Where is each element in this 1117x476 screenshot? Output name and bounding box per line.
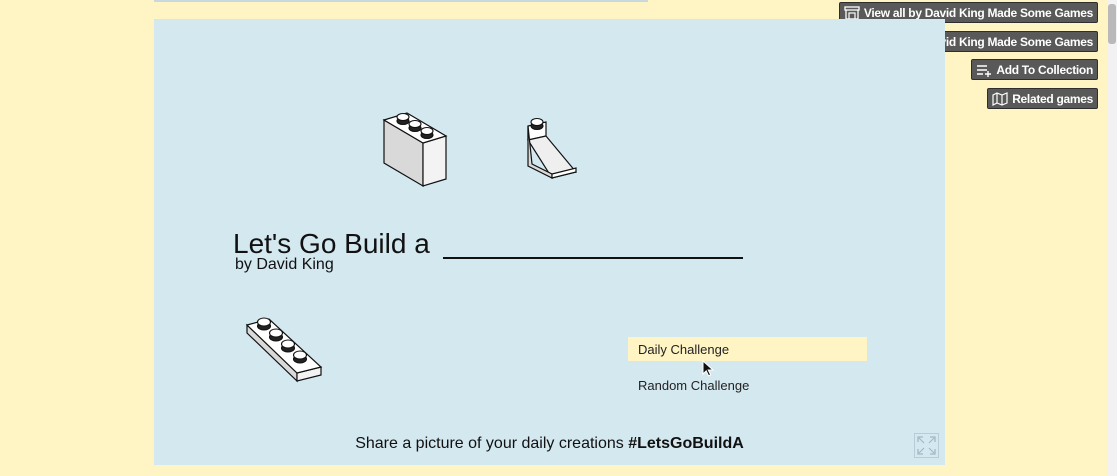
playlist-add-icon [977,64,992,77]
game-byline: by David King [235,256,334,273]
related-games-label: Related games [1012,91,1093,106]
mouse-cursor-icon [702,360,714,377]
share-hashtag: #LetsGoBuildA [628,435,744,452]
daily-challenge-button[interactable]: Daily Challenge [628,337,867,361]
fullscreen-icon [917,436,936,455]
add-to-collection-button[interactable]: Add To Collection [971,59,1098,80]
top-strip [154,0,648,2]
map-icon [992,91,1008,106]
fullscreen-button[interactable] [914,433,939,458]
title-blank-line [443,257,743,259]
game-frame[interactable]: Let's Go Build a by David King Daily Cha… [154,19,945,465]
view-all-label: View all by David King Made Some Games [863,5,1093,20]
brick-1x3-icon [382,112,448,188]
random-challenge-button[interactable]: Random Challenge [638,378,749,393]
scrollbar-thumb[interactable] [1108,4,1116,44]
brick-slope-icon [527,117,578,179]
storefront-icon [844,5,860,20]
add-to-collection-label: Add To Collection [996,62,1093,77]
share-line: Share a picture of your daily creations … [154,435,945,453]
related-games-button[interactable]: Related games [987,88,1098,109]
brick-plate-icon [245,317,323,383]
share-text: Share a picture of your daily creations [355,435,624,452]
page-scrollbar[interactable] [1107,0,1117,476]
